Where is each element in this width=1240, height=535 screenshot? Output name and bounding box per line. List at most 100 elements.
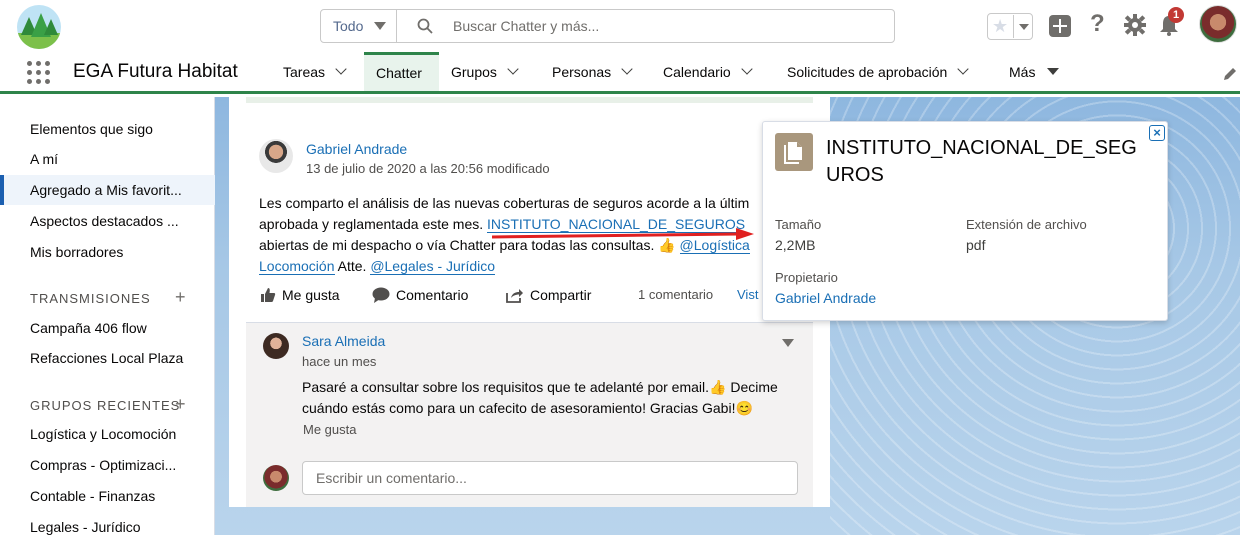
user-avatar[interactable] <box>1199 5 1237 43</box>
sidebar-item-compras[interactable]: Compras - Optimizaci... <box>0 450 215 480</box>
sidebar-item-logistica-locomocion[interactable]: Logística y Locomoción <box>0 419 215 449</box>
file-preview-popover: INSTITUTO_NACIONAL_DE_SEGUROS × Tamaño 2… <box>762 121 1168 321</box>
file-title: INSTITUTO_NACIONAL_DE_SEGUROS <box>826 137 1137 186</box>
sidebar-item-a-mi[interactable]: A mí <box>0 144 215 174</box>
extension-value: pdf <box>966 237 986 253</box>
groups-heading: GRUPOS RECIENTES <box>30 398 181 413</box>
favorites-menu-button[interactable] <box>1013 15 1032 38</box>
chevron-down-icon[interactable] <box>741 63 753 75</box>
size-label: Tamaño <box>775 217 822 232</box>
write-comment-input[interactable]: Escribir un comentario... <box>302 461 798 495</box>
comment-like-button[interactable]: Me gusta <box>303 422 356 437</box>
comment-author-link[interactable]: Sara Almeida <box>302 333 385 349</box>
sidebar-item-contable-finanzas[interactable]: Contable - Finanzas <box>0 481 215 511</box>
global-search[interactable]: Todo Buscar Chatter y más... <box>320 9 895 43</box>
like-label: Me gusta <box>282 287 340 303</box>
comment-timestamp: hace un mes <box>302 354 377 369</box>
share-label: Compartir <box>530 287 592 303</box>
sidebar-item-mis-favoritos[interactable]: Agregado a Mis favorit... <box>0 175 215 205</box>
chevron-down-icon[interactable] <box>957 63 970 75</box>
sidebar-item-legales-juridico[interactable]: Legales - Jurídico <box>0 512 215 535</box>
sidebar-item-label: Logística y Locomoción <box>30 426 177 442</box>
mention-link-legales[interactable]: @Legales - Jurídico <box>370 258 496 275</box>
sidebar-item-refacciones-local-plaza[interactable]: Refacciones Local Plaza <box>0 343 215 373</box>
app-launcher-icon[interactable] <box>27 61 51 85</box>
tab-label: Grupos <box>451 63 497 80</box>
extension-label: Extensión de archivo <box>966 217 1087 232</box>
tab-mas[interactable]: Más <box>1009 52 1060 91</box>
post-author-avatar[interactable] <box>259 139 293 173</box>
chevron-down-icon[interactable] <box>335 63 347 75</box>
streams-heading: TRANSMISIONES <box>30 291 151 306</box>
sidebar-item-label: Elementos que sigo <box>30 121 153 137</box>
sidebar-item-mis-borradores[interactable]: Mis borradores <box>0 237 215 267</box>
annotation-arrow <box>492 228 754 240</box>
post-body-text: Atte. <box>334 258 371 274</box>
favorites-star-icon[interactable]: ★ <box>992 16 1008 36</box>
like-button[interactable]: Me gusta <box>260 287 340 303</box>
global-header: Todo Buscar Chatter y más... ★ ? 1 <box>0 0 1240 52</box>
post-author-link[interactable]: Gabriel Andrade <box>306 141 407 157</box>
comment-section: Sara Almeida hace un mes Pasaré a consul… <box>246 322 813 507</box>
post-body-line: Les comparto el análisis de las nuevas c… <box>259 195 750 211</box>
tab-label: Más <box>1009 63 1036 80</box>
help-icon[interactable]: ? <box>1090 10 1105 38</box>
views-link[interactable]: Vist <box>737 287 758 302</box>
search-input[interactable]: Buscar Chatter y más... <box>453 18 599 34</box>
thumbs-up-icon <box>261 288 276 302</box>
tab-grupos[interactable]: Grupos <box>451 52 519 91</box>
sidebar-item-aspectos-destacados[interactable]: Aspectos destacados ... <box>0 206 215 236</box>
search-icon <box>417 18 433 37</box>
search-scope-select[interactable]: Todo <box>321 10 397 42</box>
global-actions-plus-icon[interactable] <box>1049 15 1071 37</box>
file-doc-icon <box>775 133 813 171</box>
comment-button[interactable]: Comentario <box>372 287 468 303</box>
app-name: EGA Futura Habitat <box>73 61 238 82</box>
comment-line: cuándo estás como para un cafecito de as… <box>302 400 753 416</box>
add-stream-plus-icon[interactable]: + <box>175 287 186 308</box>
feed-sidebar: Elementos que sigo A mí Agregado a Mis f… <box>0 97 215 535</box>
tab-tareas[interactable]: Tareas <box>283 52 347 91</box>
sidebar-item-label: Refacciones Local Plaza <box>30 350 184 366</box>
tab-label: Tareas <box>283 63 326 80</box>
sidebar-item-label: Legales - Jurídico <box>30 519 141 535</box>
comment-menu-chevron-icon[interactable] <box>782 339 794 347</box>
setup-gear-icon[interactable] <box>1124 14 1146 39</box>
tab-label: Personas <box>552 63 612 80</box>
tab-solicitudes-de-aprobacion[interactable]: Solicitudes de aprobación <box>787 52 970 91</box>
sidebar-item-campana-406-flow[interactable]: Campaña 406 flow <box>0 313 215 343</box>
sidebar-item-label: Aspectos destacados ... <box>30 213 179 229</box>
sidebar-item-elementos-que-sigo[interactable]: Elementos que sigo <box>0 114 215 144</box>
mention-link-locomocion[interactable]: Locomoción <box>259 258 335 275</box>
tab-label: Chatter <box>376 65 422 81</box>
owner-link[interactable]: Gabriel Andrade <box>775 290 876 306</box>
comment-count[interactable]: 1 comentario <box>638 287 713 302</box>
sidebar-item-label: Compras - Optimizaci... <box>30 457 177 473</box>
add-group-plus-icon[interactable]: + <box>175 394 186 415</box>
chevron-down-icon <box>1019 24 1029 30</box>
sidebar-item-label: Agregado a Mis favorit... <box>30 182 182 198</box>
comment-bubble-icon <box>372 287 390 303</box>
post-actions: Me gusta Comentario Compartir 1 comentar… <box>229 287 830 311</box>
size-value: 2,2MB <box>775 237 816 253</box>
commenter-avatar[interactable] <box>263 333 289 359</box>
chevron-down-icon[interactable] <box>507 63 519 75</box>
tab-personas[interactable]: Personas <box>552 52 633 91</box>
share-icon <box>506 289 523 303</box>
app-navigation: EGA Futura Habitat Tareas Chatter Grupos… <box>0 52 1240 94</box>
tab-label: Calendario <box>663 63 731 80</box>
sidebar-item-label: Mis borradores <box>30 244 124 260</box>
edit-nav-pencil-icon[interactable] <box>1222 66 1238 85</box>
comment-label: Comentario <box>396 287 469 303</box>
tab-calendario[interactable]: Calendario <box>663 52 753 91</box>
sidebar-item-label: A mí <box>30 151 59 167</box>
favorites-button[interactable]: ★ <box>987 13 1033 40</box>
tab-chatter[interactable]: Chatter <box>364 52 439 91</box>
org-logo[interactable] <box>17 5 61 49</box>
close-icon[interactable]: × <box>1149 125 1165 141</box>
share-button[interactable]: Compartir <box>506 287 591 303</box>
comment-body: Pasaré a consultar sobre los requisitos … <box>302 377 778 419</box>
sidebar-item-label: Contable - Finanzas <box>30 488 156 504</box>
chevron-down-icon[interactable] <box>621 63 633 75</box>
tab-label: Solicitudes de aprobación <box>787 63 948 80</box>
